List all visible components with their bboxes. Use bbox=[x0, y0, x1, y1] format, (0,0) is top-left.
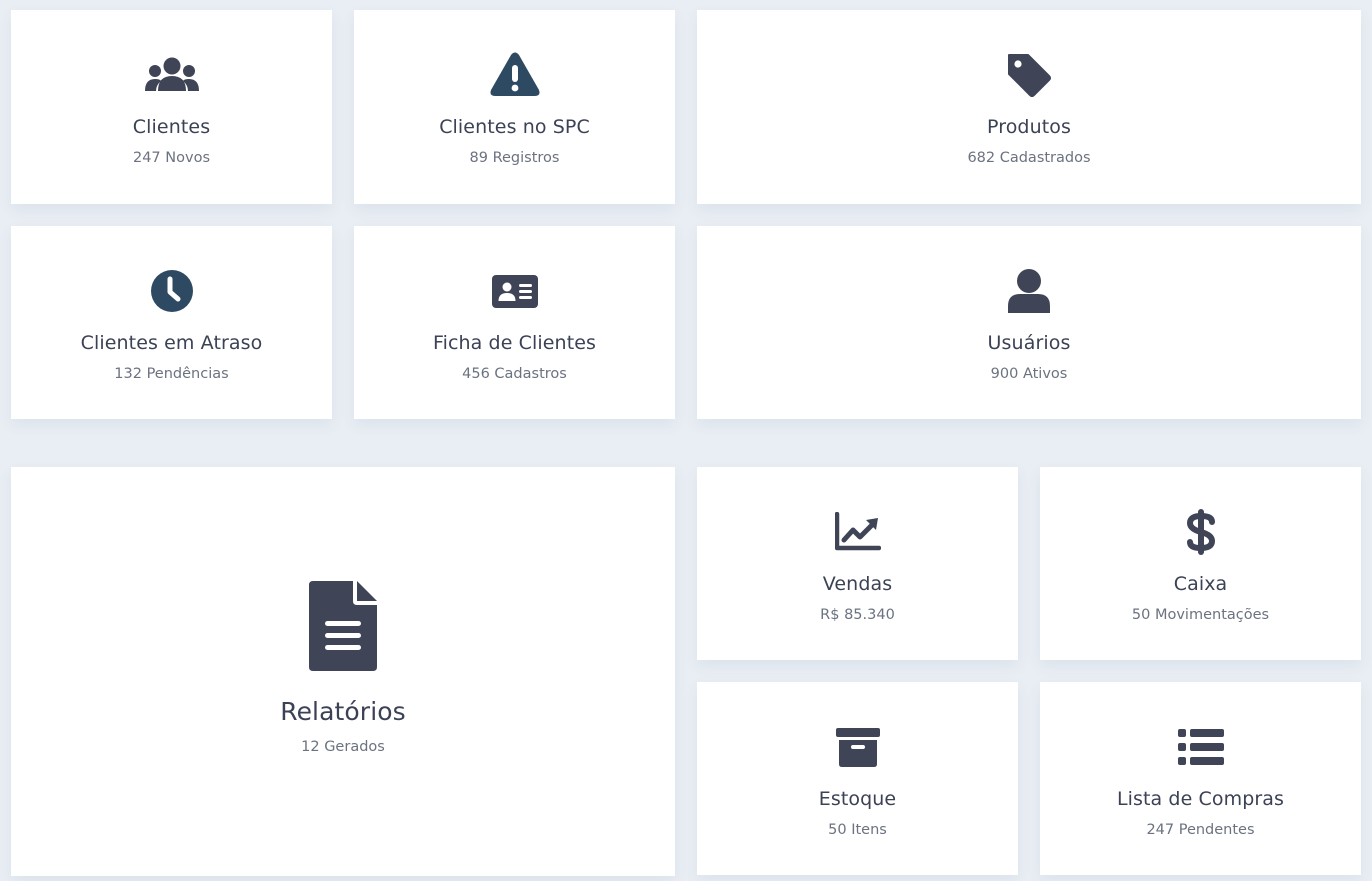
warning-icon bbox=[485, 50, 545, 100]
card-subtitle: 89 Registros bbox=[469, 150, 560, 166]
card-title: Ficha de Clientes bbox=[432, 332, 597, 354]
card-subtitle: 247 Pendentes bbox=[1146, 822, 1255, 838]
card-subtitle: 132 Pendências bbox=[114, 366, 229, 382]
user-icon bbox=[999, 266, 1059, 316]
card-title: Lista de Compras bbox=[1116, 788, 1285, 810]
clock-icon bbox=[142, 266, 202, 316]
card-subtitle: 456 Cadastros bbox=[462, 366, 567, 382]
card-title: Estoque bbox=[818, 788, 897, 810]
card-subtitle: 50 Movimentações bbox=[1131, 607, 1270, 623]
card-clientes-atraso[interactable]: Clientes em Atraso 132 Pendências bbox=[11, 226, 332, 419]
card-clientes-spc[interactable]: Clientes no SPC 89 Registros bbox=[354, 10, 675, 204]
file-icon bbox=[308, 580, 378, 672]
card-title: Vendas bbox=[822, 573, 893, 595]
chart-line-icon bbox=[828, 507, 888, 557]
id-card-icon bbox=[485, 266, 545, 316]
card-title: Relatórios bbox=[280, 696, 406, 726]
users-icon bbox=[142, 50, 202, 100]
list-icon bbox=[1171, 722, 1231, 772]
card-lista-compras[interactable]: Lista de Compras 247 Pendentes bbox=[1040, 682, 1361, 875]
card-caixa[interactable]: Caixa 50 Movimentações bbox=[1040, 467, 1361, 660]
card-title: Usuários bbox=[987, 332, 1071, 354]
card-subtitle: 682 Cadastrados bbox=[967, 150, 1091, 166]
card-vendas[interactable]: Vendas R$ 85.340 bbox=[697, 467, 1018, 660]
card-subtitle: 247 Novos bbox=[132, 150, 210, 166]
card-title: Clientes em Atraso bbox=[80, 332, 263, 354]
card-subtitle: R$ 85.340 bbox=[820, 607, 895, 623]
card-ficha-clientes[interactable]: Ficha de Clientes 456 Cadastros bbox=[354, 226, 675, 419]
card-title: Caixa bbox=[1173, 573, 1228, 595]
card-produtos[interactable]: Produtos 682 Cadastrados bbox=[697, 10, 1361, 204]
card-subtitle: 50 Itens bbox=[828, 822, 887, 838]
card-title: Clientes bbox=[132, 116, 211, 138]
card-usuarios[interactable]: Usuários 900 Ativos bbox=[697, 226, 1361, 419]
card-subtitle: 900 Ativos bbox=[990, 366, 1068, 382]
tag-icon bbox=[999, 50, 1059, 100]
archive-box-icon bbox=[828, 722, 888, 772]
card-title: Produtos bbox=[986, 116, 1072, 138]
card-estoque[interactable]: Estoque 50 Itens bbox=[697, 682, 1018, 875]
card-clientes[interactable]: Clientes 247 Novos bbox=[11, 10, 332, 204]
card-subtitle: 12 Gerados bbox=[301, 738, 385, 755]
card-title: Clientes no SPC bbox=[439, 116, 590, 138]
dollar-icon bbox=[1171, 507, 1231, 557]
card-relatorios[interactable]: Relatórios 12 Gerados bbox=[11, 467, 675, 876]
